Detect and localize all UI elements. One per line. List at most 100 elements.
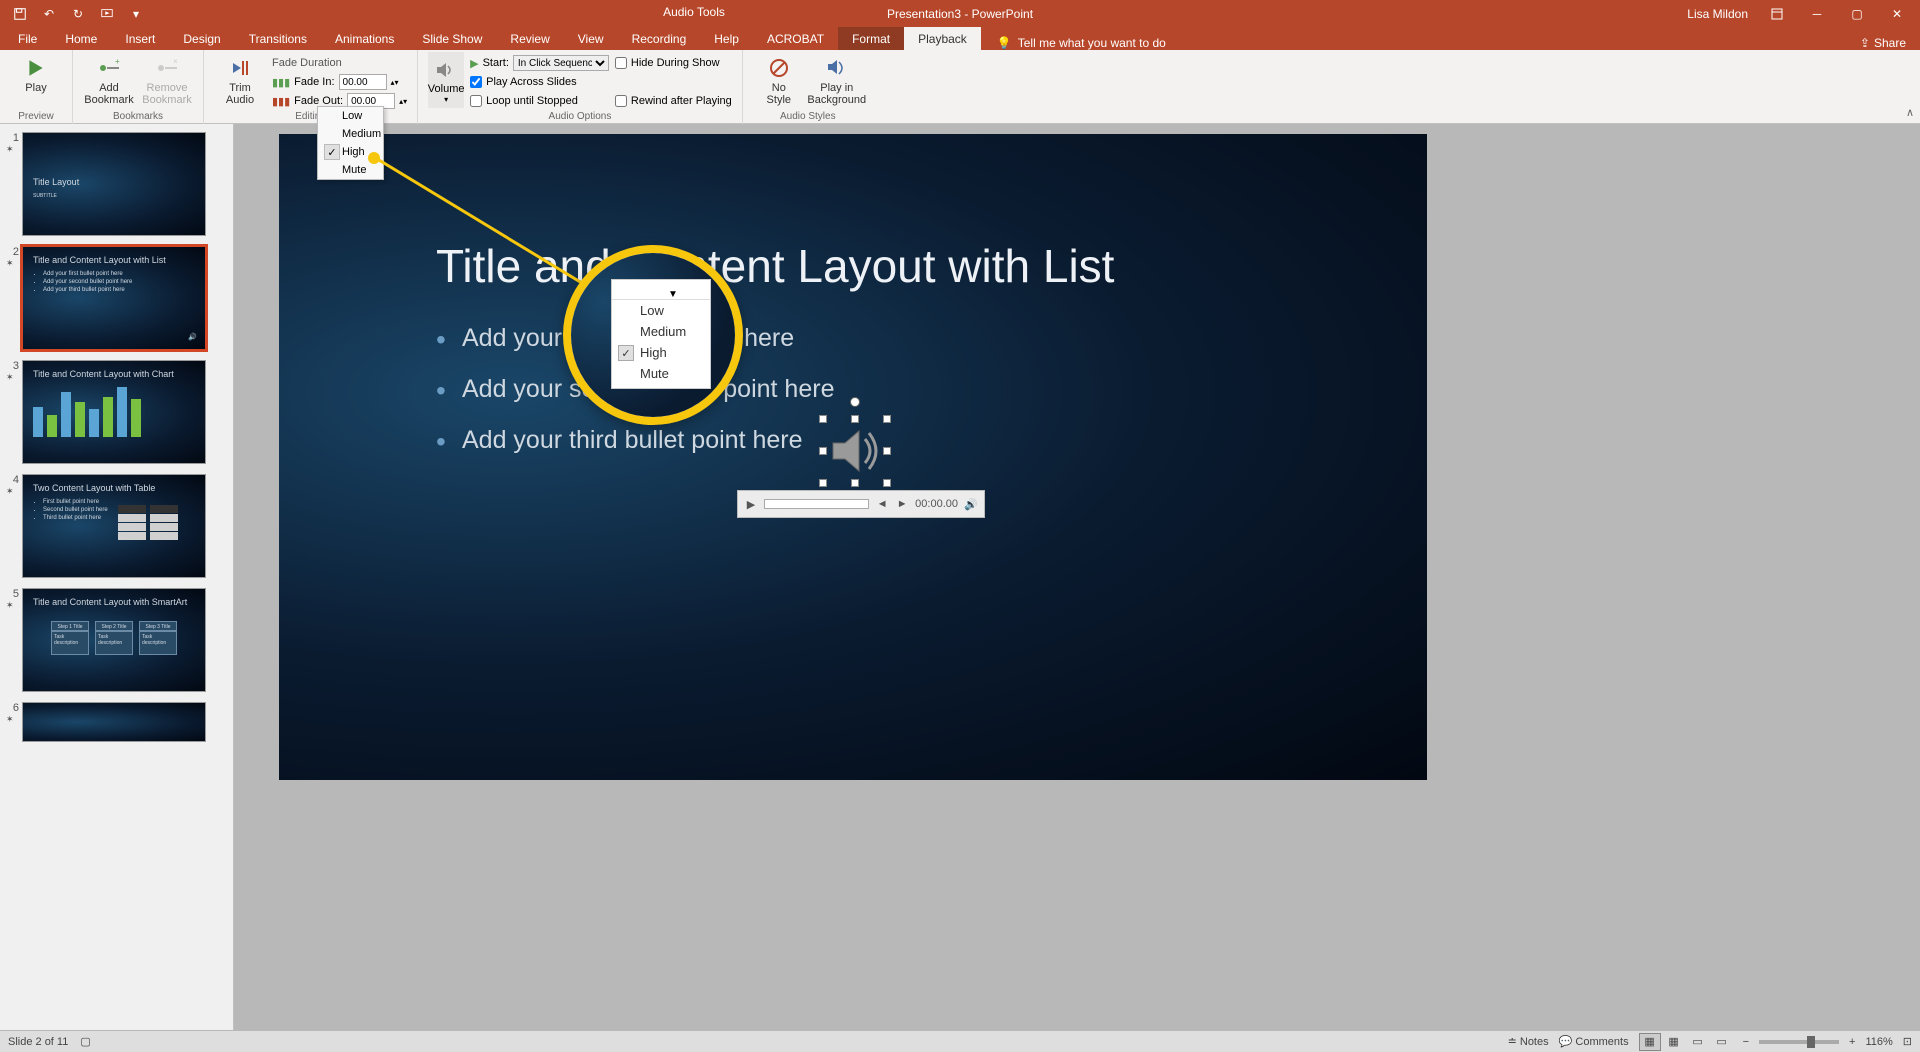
start-select[interactable]: In Click Sequence (513, 55, 609, 71)
selection-handle[interactable] (883, 415, 891, 423)
skip-back-icon[interactable]: ◄ (875, 497, 889, 511)
group-bookmarks: Bookmarks (113, 111, 163, 124)
slideshow-view-icon[interactable]: ▭ (1711, 1033, 1733, 1051)
spinner-icon[interactable]: ▴▾ (399, 97, 407, 106)
slide-thumbnail-4[interactable]: Two Content Layout with Table First bull… (22, 474, 206, 578)
play-in-background-button[interactable]: Play in Background (811, 52, 863, 106)
collapse-ribbon-icon[interactable]: ∧ (1906, 106, 1914, 119)
thumb-title: Title and Content Layout with Chart (33, 369, 195, 379)
selection-handle[interactable] (819, 479, 827, 487)
tab-help[interactable]: Help (700, 27, 753, 50)
no-style-button[interactable]: No Style (753, 52, 805, 106)
volume-button[interactable]: Volume ▾ (428, 52, 464, 108)
redo-icon[interactable]: ↻ (64, 0, 92, 27)
zoom-out-icon[interactable]: − (1743, 1036, 1749, 1048)
audio-time: 00:00.00 (915, 498, 958, 510)
thumb-bullet: Add your second bullet point here (43, 279, 195, 285)
slide-sorter-view-icon[interactable]: ▦ (1663, 1033, 1685, 1051)
ribbon-display-options-icon[interactable] (1758, 0, 1796, 27)
fade-duration-label: Fade Duration (272, 54, 407, 72)
volume-icon[interactable]: 🔊 (964, 497, 978, 511)
tab-view[interactable]: View (564, 27, 618, 50)
play-icon[interactable]: ▶ (744, 497, 758, 511)
zoom-in-icon[interactable]: + (1849, 1036, 1855, 1048)
selection-handle[interactable] (883, 447, 891, 455)
group-audio-options: Audio Options (549, 111, 612, 124)
selection-handle[interactable] (819, 447, 827, 455)
slide-thumbnail-2[interactable]: Title and Content Layout with List Add y… (22, 246, 206, 350)
volume-label: Volume (428, 83, 465, 95)
spinner-icon[interactable]: ▴▾ (391, 78, 399, 87)
selection-handle[interactable] (851, 415, 859, 423)
hide-during-show-checkbox[interactable] (615, 57, 627, 69)
close-icon[interactable]: ✕ (1878, 0, 1916, 27)
slide[interactable]: Title and Content Layout with List Add y… (279, 134, 1427, 780)
audio-track[interactable] (764, 499, 869, 509)
audio-object[interactable] (823, 419, 887, 483)
minimize-icon[interactable]: ─ (1798, 0, 1836, 27)
no-style-icon (765, 56, 793, 80)
trim-audio-icon (226, 56, 254, 80)
tell-me-search[interactable]: 💡 Tell me what you want to do (997, 36, 1166, 50)
selection-handle[interactable] (819, 415, 827, 423)
selection-handle[interactable] (883, 479, 891, 487)
volume-low-zoomed: Low (612, 300, 710, 321)
zoom-slider[interactable] (1759, 1040, 1839, 1044)
user-name[interactable]: Lisa Mildon (1687, 7, 1748, 21)
maximize-icon[interactable]: ▢ (1838, 0, 1876, 27)
slide-canvas[interactable]: Title and Content Layout with List Add y… (234, 124, 1920, 1030)
add-bookmark-button[interactable]: + Add Bookmark (83, 52, 135, 106)
play-button[interactable]: Play (10, 52, 62, 94)
normal-view-icon[interactable]: ▦ (1639, 1033, 1661, 1051)
tab-format[interactable]: Format (838, 27, 904, 50)
reading-view-icon[interactable]: ▭ (1687, 1033, 1709, 1051)
tab-file[interactable]: File (4, 27, 51, 50)
tab-acrobat[interactable]: ACROBAT (753, 27, 838, 50)
skip-forward-icon[interactable]: ► (895, 497, 909, 511)
thumb-number: 4 (6, 474, 22, 486)
volume-menu: Low Medium High Mute (317, 106, 384, 180)
zoom-level[interactable]: 116% (1865, 1036, 1892, 1048)
thumb-subtitle: SUBTITLE (33, 193, 195, 199)
tab-transitions[interactable]: Transitions (235, 27, 321, 50)
slide-thumbnail-1[interactable]: Title Layout SUBTITLE (22, 132, 206, 236)
fade-in-input[interactable] (339, 74, 387, 90)
start-from-beginning-icon[interactable] (93, 0, 121, 27)
tab-design[interactable]: Design (169, 27, 234, 50)
slide-thumbnail-3[interactable]: Title and Content Layout with Chart (22, 360, 206, 464)
rotation-handle[interactable] (850, 397, 860, 407)
save-icon[interactable] (6, 0, 34, 27)
slide-thumbnail-6[interactable] (22, 702, 206, 742)
slide-thumbnail-5[interactable]: Title and Content Layout with SmartArt S… (22, 588, 206, 692)
tab-review[interactable]: Review (496, 27, 563, 50)
slide-thumbnail-pane[interactable]: 1✶ Title Layout SUBTITLE 2✶ Title and Co… (0, 124, 234, 1030)
volume-icon (435, 60, 457, 83)
loop-checkbox[interactable] (470, 95, 482, 107)
volume-medium[interactable]: Medium (318, 125, 383, 143)
trim-audio-label: Trim Audio (226, 82, 254, 106)
share-button[interactable]: ⇪ Share (1846, 36, 1920, 50)
tab-recording[interactable]: Recording (618, 27, 701, 50)
play-icon (22, 56, 50, 80)
qat-customize-icon[interactable]: ▾ (122, 0, 150, 27)
trim-audio-button[interactable]: Trim Audio (214, 52, 266, 106)
undo-icon[interactable]: ↶ (35, 0, 63, 27)
contextual-tab-title: Audio Tools (640, 5, 748, 19)
tab-animations[interactable]: Animations (321, 27, 408, 50)
tab-playback[interactable]: Playback (904, 27, 981, 50)
play-across-slides-checkbox[interactable] (470, 76, 482, 88)
tab-slide-show[interactable]: Slide Show (408, 27, 496, 50)
tab-insert[interactable]: Insert (111, 27, 169, 50)
selection-handle[interactable] (851, 479, 859, 487)
rewind-checkbox[interactable] (615, 95, 627, 107)
volume-low[interactable]: Low (318, 107, 383, 125)
thumb-number: 5 (6, 588, 22, 600)
spell-check-icon[interactable]: ▢ (80, 1035, 90, 1048)
notes-button[interactable]: ≐ Notes (1508, 1035, 1549, 1048)
fit-to-window-icon[interactable]: ⊡ (1903, 1035, 1912, 1048)
audio-playback-bar: ▶ ◄ ► 00:00.00 🔊 (737, 490, 985, 518)
chevron-down-icon: ▾ (444, 95, 448, 104)
comments-button[interactable]: 💬 Comments (1559, 1035, 1629, 1048)
slide-title[interactable]: Title and Content Layout with List (436, 239, 1114, 293)
tab-home[interactable]: Home (51, 27, 111, 50)
